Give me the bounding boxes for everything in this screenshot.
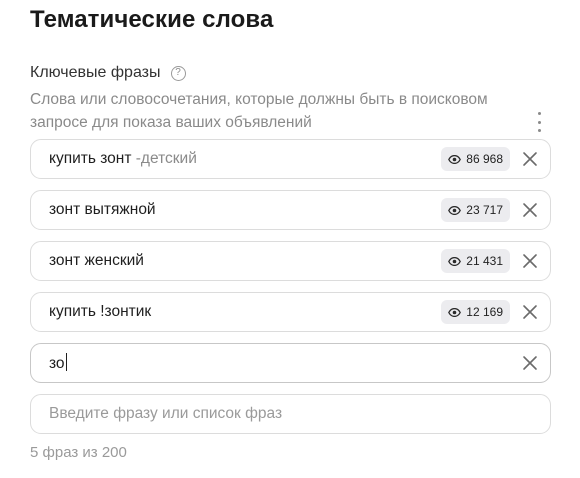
phrase-main-text: купить !зонтик (49, 303, 152, 320)
phrase-minus-word: -детский (135, 150, 197, 167)
impressions-count: 12 169 (466, 305, 503, 319)
phrase-text: купить зонт -детский (49, 150, 441, 168)
phrase-main-text: зонт женский (49, 252, 144, 269)
eye-icon (448, 256, 462, 266)
kebab-menu-icon[interactable] (534, 112, 544, 132)
close-icon[interactable] (522, 202, 538, 218)
close-icon[interactable] (522, 151, 538, 167)
text-caret (65, 353, 67, 371)
eye-icon (448, 307, 462, 317)
phrase-item[interactable]: зонт женский 21 431 (30, 241, 551, 281)
phrase-text: зонт женский (49, 252, 441, 270)
active-phrase-text[interactable]: зо (49, 353, 522, 373)
active-phrase-input[interactable]: зо (30, 343, 551, 383)
new-phrase-field[interactable] (30, 394, 551, 434)
phrase-text: зонт вытяжной (49, 201, 441, 219)
impressions-badge: 86 968 (441, 147, 510, 171)
impressions-count: 86 968 (466, 152, 503, 166)
close-icon[interactable] (522, 253, 538, 269)
impressions-badge: 23 717 (441, 198, 510, 222)
keyphrases-label: Ключевые фразы (30, 64, 161, 81)
eye-icon (448, 154, 462, 164)
phrase-counter: 5 фраз из 200 (30, 444, 127, 461)
phrase-item[interactable]: зонт вытяжной 23 717 (30, 190, 551, 230)
section-title: Тематические слова (30, 6, 274, 33)
help-icon[interactable]: ? (170, 65, 186, 81)
eye-icon (448, 205, 462, 215)
phrase-main-text: купить зонт (49, 150, 132, 167)
phrase-text: купить !зонтик (49, 303, 441, 321)
impressions-badge: 21 431 (441, 249, 510, 273)
phrase-main-text: зонт вытяжной (49, 201, 156, 218)
close-icon[interactable] (522, 355, 538, 371)
close-icon[interactable] (522, 304, 538, 320)
impressions-badge: 12 169 (441, 300, 510, 324)
keyphrases-description: Слова или словосочетания, которые должны… (30, 91, 488, 131)
phrase-list: купить зонт -детский 86 968 зонт вытяжно… (30, 139, 551, 445)
impressions-count: 21 431 (466, 254, 503, 268)
phrase-item[interactable]: купить !зонтик 12 169 (30, 292, 551, 332)
active-phrase-value: зо (49, 355, 65, 372)
impressions-count: 23 717 (466, 203, 503, 217)
phrase-item[interactable]: купить зонт -детский 86 968 (30, 139, 551, 179)
keyphrases-label-row: Ключевые фразы ? (30, 64, 186, 82)
new-phrase-input[interactable] (49, 405, 538, 423)
